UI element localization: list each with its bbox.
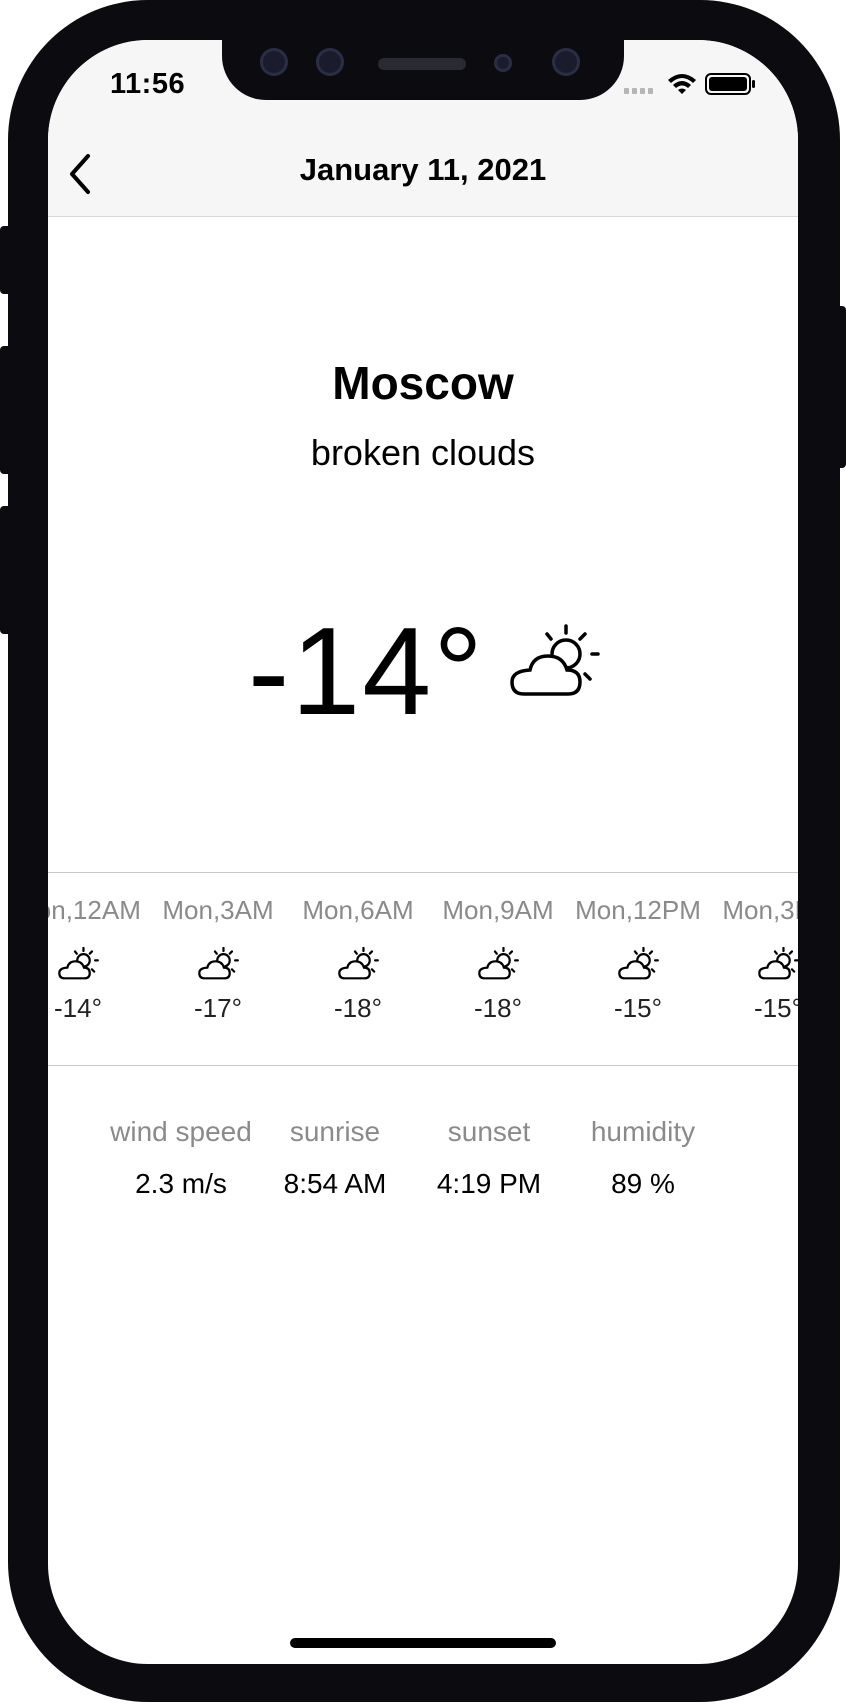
hour-label: Mon,9AM: [442, 895, 554, 925]
sunrise-stat: sunrise 8:54 AM: [260, 1116, 410, 1200]
home-indicator[interactable]: [290, 1638, 556, 1648]
stat-value: 89 %: [611, 1168, 675, 1199]
cellular-signal-icon: [624, 88, 653, 94]
stat-value: 2.3 m/s: [135, 1168, 227, 1199]
partly-cloudy-icon: [618, 947, 659, 980]
hour-temperature: -18°: [334, 993, 382, 1023]
hourly-forecast[interactable]: Mon,12AM -14° Mon,3AM: [48, 872, 798, 1066]
stat-value: 4:19 PM: [436, 1168, 542, 1199]
partly-cloudy-icon: [478, 947, 519, 980]
stat-label: humidity: [590, 1116, 696, 1147]
status-time: 11:56: [110, 68, 186, 100]
hour-label: Mon,3AM: [162, 895, 274, 925]
hour-temperature: -15°: [754, 993, 798, 1023]
current-temperature: -14°: [248, 603, 485, 741]
hourly-item: Mon,3PM -15°: [708, 873, 798, 1065]
hour-label: Mon,12AM: [48, 895, 141, 925]
sensor: [316, 48, 344, 76]
earpiece-speaker: [378, 58, 466, 70]
city-name: Moscow: [332, 357, 514, 409]
status-icons: [624, 73, 755, 95]
hour-temperature: -14°: [54, 993, 102, 1023]
hourly-item: Mon,12AM -14°: [48, 873, 148, 1065]
front-camera: [260, 48, 288, 76]
nav-title: January 11, 2021: [299, 152, 547, 187]
power-button: [830, 306, 846, 468]
stat-label: sunrise: [289, 1116, 381, 1147]
hour-label: Mon,12PM: [575, 895, 701, 925]
navigation-bar: 11:56 January 11, 2021: [48, 40, 798, 217]
hour-label: Mon,3PM: [722, 895, 798, 925]
hourly-item: Mon,6AM -18°: [288, 873, 428, 1065]
partly-cloudy-icon: [510, 624, 600, 696]
stat-label: wind speed: [110, 1116, 252, 1147]
partly-cloudy-icon: [338, 947, 379, 980]
humidity-stat: humidity 89 %: [568, 1116, 718, 1200]
partly-cloudy-icon: [58, 947, 99, 980]
stat-value: 8:54 AM: [283, 1168, 387, 1199]
wind-speed-stat: wind speed 2.3 m/s: [106, 1116, 256, 1200]
face-id-camera: [552, 48, 580, 76]
hour-temperature: -18°: [474, 993, 522, 1023]
volume-up-button: [0, 346, 16, 474]
hour-temperature: -15°: [614, 993, 662, 1023]
stat-label: sunset: [447, 1116, 531, 1147]
sunset-stat: sunset 4:19 PM: [414, 1116, 564, 1200]
wifi-icon: [668, 74, 696, 94]
battery-icon: [705, 73, 755, 95]
mute-switch: [0, 226, 16, 294]
hourly-item: Mon,3AM -17°: [148, 873, 288, 1065]
proximity-sensor: [494, 54, 512, 72]
partly-cloudy-icon: [198, 947, 239, 980]
screen: 11:56 January 11, 2021 Moscow broken clo…: [48, 40, 798, 1664]
hour-temperature: -17°: [194, 993, 242, 1023]
partly-cloudy-icon: [758, 947, 798, 980]
hour-label: Mon,6AM: [302, 895, 414, 925]
notch: [222, 40, 624, 100]
hourly-item: Mon,12PM -15°: [568, 873, 708, 1065]
weather-description: broken clouds: [310, 432, 536, 473]
volume-down-button: [0, 506, 16, 634]
hourly-item: Mon,9AM -18°: [428, 873, 568, 1065]
